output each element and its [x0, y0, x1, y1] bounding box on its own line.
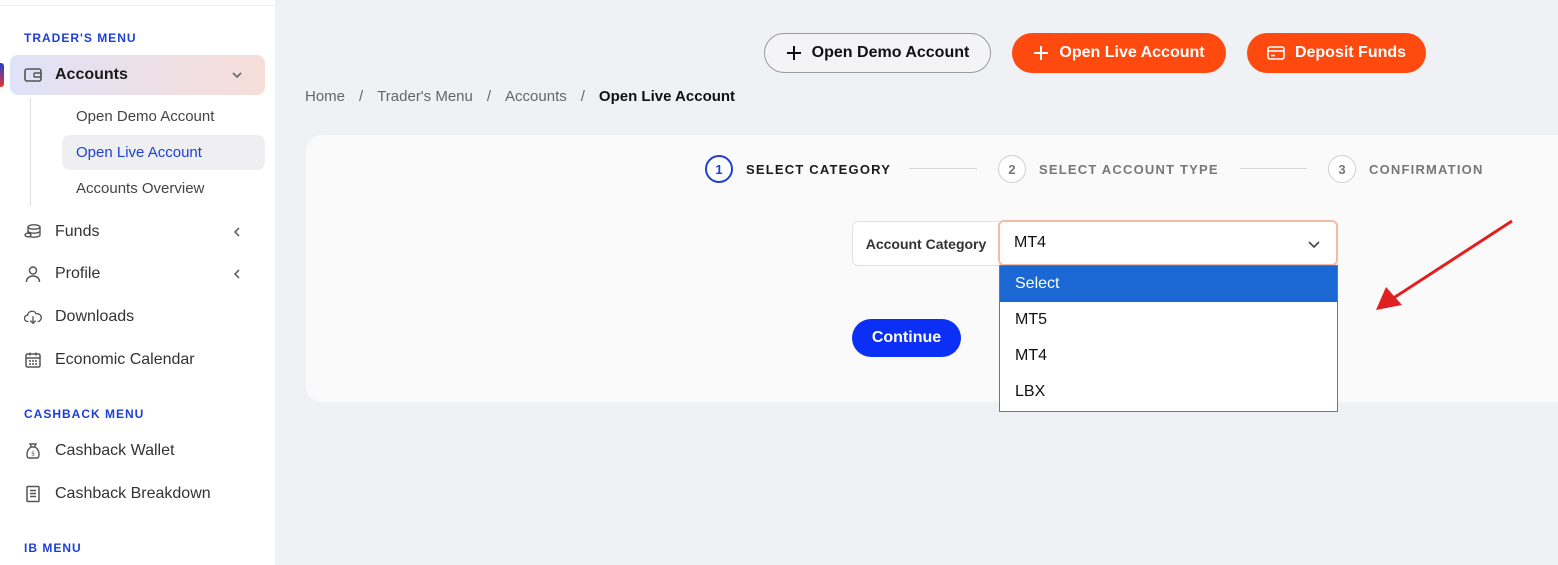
- chevron-left-icon: [229, 224, 245, 240]
- sidebar-item-cashback-breakdown[interactable]: Cashback Breakdown: [10, 474, 265, 514]
- step-label: CONFIRMATION: [1369, 161, 1484, 177]
- step-connector: [909, 168, 977, 169]
- step-connector: [1240, 168, 1307, 169]
- breadcrumb-home[interactable]: Home: [305, 88, 345, 105]
- sidebar-item-accounts[interactable]: Accounts: [10, 55, 265, 95]
- coins-icon: [24, 223, 42, 241]
- plus-icon: [786, 45, 802, 61]
- step-number: 2: [998, 155, 1026, 183]
- sidebar: TRADER'S MENU Accounts Open Demo Account…: [0, 0, 275, 565]
- deposit-funds-button[interactable]: Deposit Funds: [1247, 33, 1426, 73]
- breadcrumb-separator: /: [486, 88, 492, 105]
- chevron-down-icon: [229, 67, 245, 83]
- button-label: Open Live Account: [1059, 44, 1205, 61]
- dropdown-option-lbx[interactable]: LBX: [1000, 374, 1337, 410]
- sidebar-item-cashback-wallet[interactable]: $ Cashback Wallet: [10, 431, 265, 471]
- submenu-line: [30, 98, 31, 206]
- dropdown-option-mt5[interactable]: MT5: [1000, 302, 1337, 338]
- account-category-dropdown: Select MT5 MT4 LBX: [999, 265, 1338, 412]
- ib-menu-title: IB MENU: [24, 541, 82, 555]
- step-select-category: 1 SELECT CATEGORY: [705, 155, 891, 183]
- breadcrumb: Home / Trader's Menu / Accounts / Open L…: [305, 88, 735, 105]
- wallet-icon: [24, 66, 42, 84]
- button-label: Open Demo Account: [811, 44, 970, 61]
- plus-icon: [1033, 45, 1049, 61]
- continue-button[interactable]: Continue: [852, 319, 961, 357]
- step-number: 3: [1328, 155, 1356, 183]
- sidebar-item-economic-calendar[interactable]: Economic Calendar: [10, 340, 265, 380]
- step-label: SELECT ACCOUNT TYPE: [1039, 161, 1219, 177]
- sidebar-item-downloads[interactable]: Downloads: [10, 297, 265, 337]
- select-value: MT4: [1014, 234, 1046, 251]
- button-label: Deposit Funds: [1294, 44, 1407, 61]
- sidebar-item-label: Funds: [55, 223, 100, 240]
- sidebar-item-label: Downloads: [55, 308, 135, 325]
- open-demo-account-button[interactable]: Open Demo Account: [764, 33, 991, 73]
- svg-text:$: $: [31, 451, 35, 458]
- active-marker: [0, 63, 4, 87]
- breadcrumb-traders-menu[interactable]: Trader's Menu: [377, 88, 473, 105]
- cashback-menu-title: CASHBACK MENU: [24, 407, 145, 421]
- calendar-icon: [24, 351, 42, 369]
- annotation-arrow-icon: [1376, 219, 1513, 310]
- step-label: SELECT CATEGORY: [746, 161, 892, 177]
- sidebar-item-label: Profile: [55, 265, 101, 282]
- sidebar-item-label: Economic Calendar: [55, 351, 195, 368]
- step-confirmation: 3 CONFIRMATION: [1328, 155, 1484, 183]
- sidebar-subitem-open-demo[interactable]: Open Demo Account: [62, 99, 265, 134]
- breadcrumb-current: Open Live Account: [598, 88, 736, 105]
- account-category-select[interactable]: MT4: [998, 220, 1338, 266]
- cloud-download-icon: [24, 308, 42, 326]
- sidebar-item-funds[interactable]: Funds: [10, 212, 265, 252]
- chevron-left-icon: [229, 266, 245, 282]
- sidebar-subitem-open-live[interactable]: Open Live Account: [62, 135, 265, 170]
- dropdown-option-select[interactable]: Select: [1000, 266, 1337, 302]
- sidebar-divider: [0, 0, 275, 6]
- receipt-icon: [24, 485, 42, 503]
- credit-card-icon: [1267, 46, 1285, 60]
- breadcrumb-accounts[interactable]: Accounts: [505, 88, 567, 105]
- dropdown-option-mt4[interactable]: MT4: [1000, 338, 1337, 374]
- sidebar-item-label: Accounts: [55, 66, 128, 83]
- money-bag-icon: $: [24, 442, 42, 460]
- user-icon: [24, 265, 42, 283]
- sidebar-subitem-accounts-overview[interactable]: Accounts Overview: [62, 171, 265, 206]
- step-select-account-type: 2 SELECT ACCOUNT TYPE: [998, 155, 1219, 183]
- sidebar-item-label: Cashback Breakdown: [55, 485, 211, 502]
- breadcrumb-separator: /: [580, 88, 585, 105]
- sidebar-item-profile[interactable]: Profile: [10, 254, 265, 294]
- step-number: 1: [705, 155, 733, 183]
- breadcrumb-separator: /: [359, 88, 364, 105]
- account-category-label: Account Category: [852, 221, 999, 266]
- open-live-account-button[interactable]: Open Live Account: [1012, 33, 1226, 73]
- traders-menu-title: TRADER'S MENU: [24, 31, 137, 45]
- sidebar-item-label: Cashback Wallet: [55, 442, 175, 459]
- chevron-down-icon: [1306, 236, 1322, 257]
